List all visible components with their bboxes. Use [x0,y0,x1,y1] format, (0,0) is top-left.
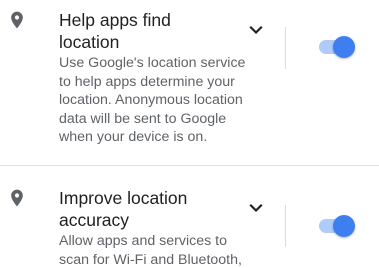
setting-title-line: accuracy [59,210,130,230]
summary-line: Allow apps and services to [59,233,227,249]
chevron-down-icon[interactable] [246,23,266,37]
setting-title-line: location [59,32,120,52]
summary-line: Use Google's location service [59,55,246,71]
toggle-thumb [333,215,355,237]
chevron-down-icon[interactable] [246,201,266,215]
summary-line: data will be sent to Google [59,110,227,127]
summary-line: location. Anonymous location [59,92,243,108]
toggle-switch[interactable] [317,35,357,59]
toggle-thumb [333,36,355,58]
location-settings-screen: Help apps find location Use Google's loc… [0,0,379,268]
vertical-divider [285,205,286,247]
setting-title-line: Help apps find [59,10,171,30]
summary-line: when your device is on. [59,129,208,145]
summary-line: scan for Wi-Fi and Bluetooth, [59,251,242,268]
setting-help-apps-find-location[interactable]: Help apps find location Use Google's loc… [0,0,379,166]
location-pin-icon [11,11,23,29]
setting-summary: Allow apps and services to scan for Wi-F… [59,232,279,268]
summary-line: to help apps determine your [59,73,235,90]
location-pin-icon [11,189,23,207]
vertical-divider [285,27,286,69]
setting-summary: Use Google's location service to help ap… [59,54,279,147]
setting-title: Improve location accuracy [59,187,244,231]
setting-title-line: Improve location [59,188,188,208]
setting-improve-location-accuracy[interactable]: Improve location accuracy Allow apps and… [0,166,379,268]
toggle-switch[interactable] [317,214,357,238]
setting-title: Help apps find location [59,9,244,53]
